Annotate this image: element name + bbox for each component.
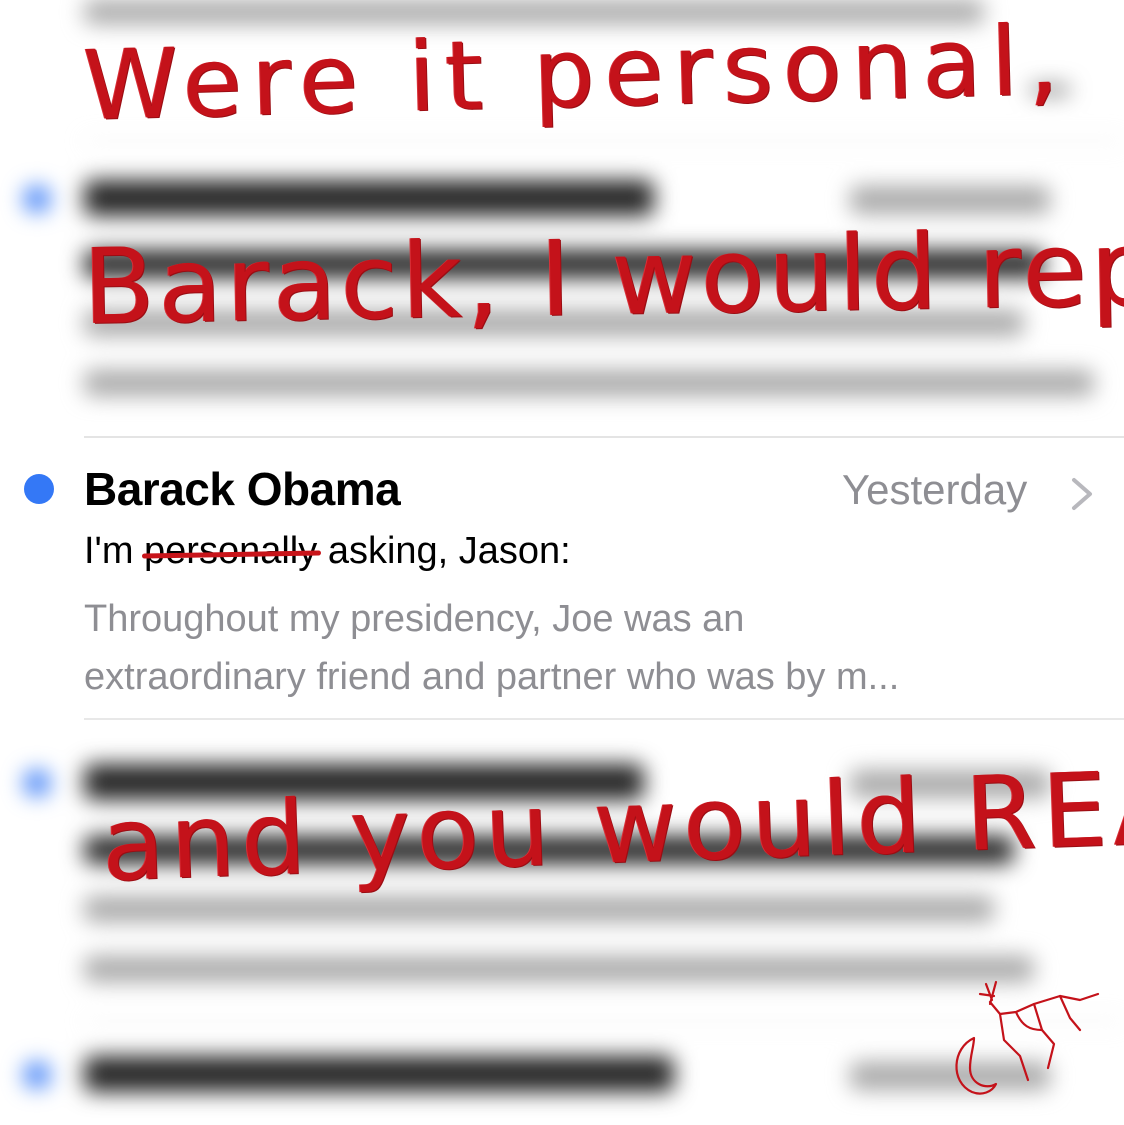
chevron-right-icon — [1072, 478, 1092, 510]
mail-screenshot: Barack Obama Yesterday I'm personally as… — [0, 0, 1124, 1125]
list-separator — [84, 718, 1124, 720]
annotation-line-2: Barack, I would reply... — [82, 203, 1124, 348]
preview-line-2: extraordinary friend and partner who was… — [84, 656, 900, 698]
email-sender: Barack Obama — [84, 463, 401, 515]
subject-struck-word: personally — [144, 530, 318, 572]
email-date: Yesterday — [842, 466, 1028, 513]
list-separator — [84, 436, 1124, 438]
preview-line-1: Throughout my presidency, Joe was an — [84, 598, 745, 640]
signature-doodle-icon — [955, 980, 1100, 1095]
email-subject: I'm personally asking, Jason: — [84, 530, 571, 573]
unread-indicator-dot — [24, 474, 54, 504]
email-preview: Throughout my presidency, Joe was an ext… — [84, 590, 1094, 706]
subject-prefix: I'm — [84, 530, 134, 572]
subject-suffix: asking, Jason: — [327, 530, 571, 572]
